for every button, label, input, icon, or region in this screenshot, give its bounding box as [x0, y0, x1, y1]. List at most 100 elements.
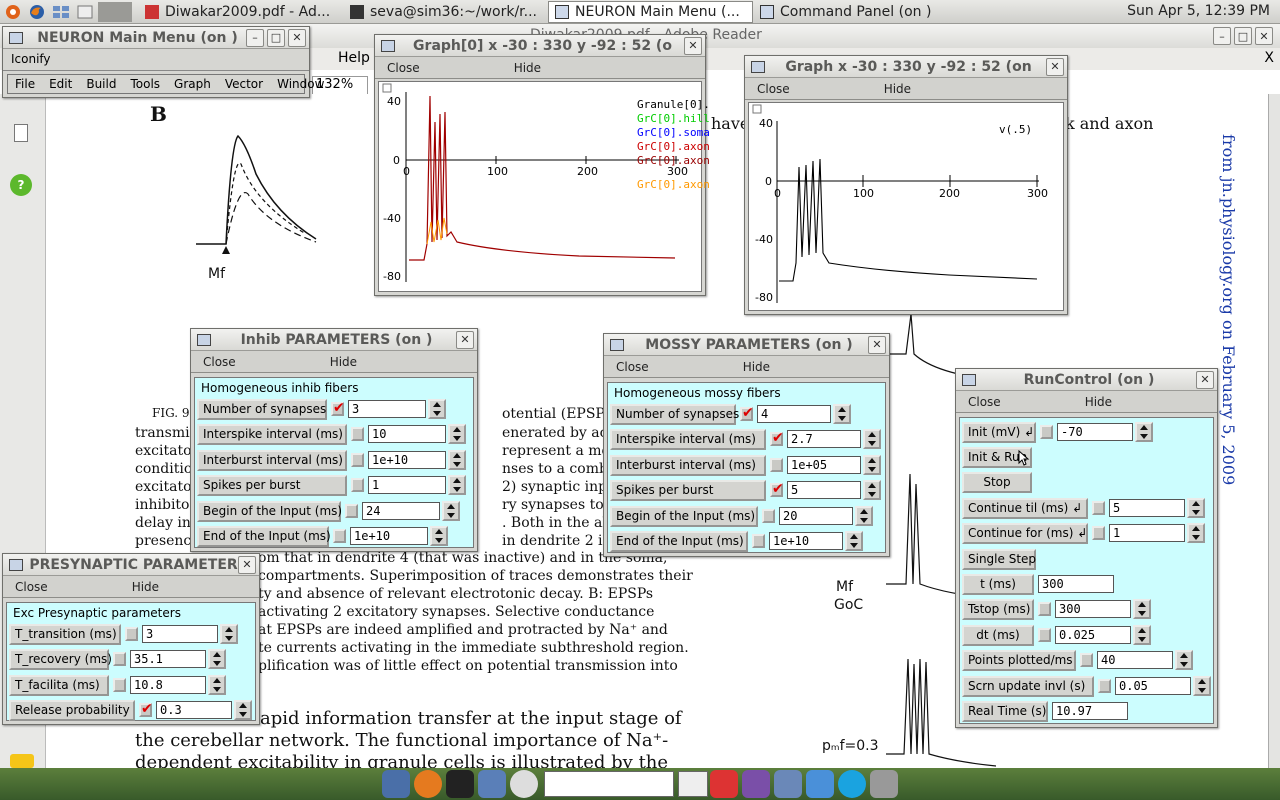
ubuntu-menu-icon[interactable]	[2, 2, 24, 22]
title-bar[interactable]: MOSSY PARAMETERS (on ) ✕	[604, 334, 889, 356]
init-field[interactable]: -70	[1057, 423, 1133, 441]
close-icon[interactable]: ✕	[288, 28, 306, 47]
t-recovery-checkbox[interactable]	[113, 652, 126, 666]
tstop-button[interactable]: Tstop (ms)	[962, 598, 1034, 620]
menu-graph[interactable]: Graph	[167, 77, 218, 91]
minimize-icon[interactable]: –	[1213, 27, 1231, 45]
points-plotted-field[interactable]: 40	[1097, 651, 1173, 669]
reader-scrollbar[interactable]	[1268, 94, 1280, 768]
task-command-panel[interactable]: Command Panel (on )	[753, 1, 958, 23]
end-input-stepper[interactable]	[430, 526, 448, 546]
firefox-icon[interactable]	[414, 770, 442, 798]
interspike-interval-stepper[interactable]	[863, 429, 881, 449]
begin-input-field[interactable]: 24	[362, 502, 440, 520]
t-transition-button[interactable]: T_transition (ms)	[9, 623, 121, 645]
t-transition-stepper[interactable]	[220, 624, 238, 644]
init-stepper[interactable]	[1135, 422, 1153, 442]
window-manager-icon[interactable]	[478, 770, 506, 798]
menu-edit[interactable]: Edit	[42, 77, 79, 91]
help-icon[interactable]: ?	[10, 174, 32, 196]
release-probability-field[interactable]: 0.3	[156, 701, 232, 719]
chat-icon[interactable]	[742, 770, 770, 798]
scrn-update-field[interactable]: 0.05	[1115, 677, 1191, 695]
spikes-per-burst-checkbox[interactable]	[351, 478, 364, 492]
begin-input-checkbox[interactable]	[762, 509, 775, 523]
desktop-preview-icon[interactable]	[98, 1, 132, 22]
lock-icon[interactable]	[774, 770, 802, 798]
t-facilita-checkbox[interactable]	[113, 678, 126, 692]
interspike-interval-button[interactable]: Interspike interval (ms)	[610, 428, 766, 450]
continue-for-stepper[interactable]	[1187, 523, 1205, 543]
begin-input-stepper[interactable]	[442, 501, 460, 521]
t-transition-field[interactable]: 3	[142, 625, 218, 643]
single-step-button[interactable]: Single Step	[962, 548, 1036, 570]
t-facilita-field[interactable]: 10.8	[130, 676, 206, 694]
dt-checkbox[interactable]	[1038, 628, 1051, 642]
interspike-interval-stepper[interactable]	[448, 424, 466, 444]
tstop-checkbox[interactable]	[1038, 602, 1051, 616]
spikes-per-burst-stepper[interactable]	[863, 480, 881, 500]
end-input-checkbox[interactable]	[333, 529, 346, 543]
workspace-switcher-icon[interactable]	[50, 2, 72, 22]
begin-input-button[interactable]: Begin of the Input (ms)	[610, 505, 758, 527]
number-of-synapses-button[interactable]: Number of synapses	[197, 398, 327, 420]
number-of-synapses-field[interactable]: 4	[757, 405, 831, 423]
task-neuron-main-menu[interactable]: NEURON Main Menu (...	[548, 0, 753, 23]
interburst-interval-button[interactable]: Interburst interval (ms)	[610, 454, 766, 476]
init-button[interactable]: Init (mV) ↲	[962, 421, 1036, 443]
continue-til-checkbox[interactable]	[1092, 501, 1105, 515]
interburst-interval-checkbox[interactable]	[770, 458, 783, 472]
end-input-checkbox[interactable]	[752, 534, 765, 548]
menu-window[interactable]: Window	[270, 77, 331, 91]
hide-button[interactable]: Hide	[120, 580, 171, 594]
tstop-field[interactable]: 300	[1055, 600, 1131, 618]
interspike-interval-field[interactable]: 2.7	[787, 430, 861, 448]
title-bar[interactable]: NEURON Main Menu (on ) – □ ✕	[3, 27, 309, 49]
t-recovery-button[interactable]: T_recovery (ms)	[9, 648, 112, 670]
hide-button[interactable]: Hide	[731, 360, 782, 374]
comments-icon[interactable]	[10, 754, 34, 768]
title-bar[interactable]: PRESYNAPTIC PARAMETER ✕	[3, 554, 259, 576]
close-icon[interactable]: ✕	[684, 36, 702, 55]
menu-file[interactable]: File	[8, 77, 42, 91]
points-plotted-stepper[interactable]	[1175, 650, 1193, 670]
volume-icon[interactable]	[870, 770, 898, 798]
scrn-update-stepper[interactable]	[1193, 676, 1211, 696]
minimize-icon[interactable]: –	[246, 28, 264, 47]
close-icon[interactable]: ✕	[1255, 27, 1273, 45]
close-icon[interactable]: ✕	[868, 335, 886, 354]
graph0-canvas[interactable]: 40 0 -40 -80 0 100 200 300 Granule[0]. G…	[378, 81, 710, 292]
firefox-launcher-icon[interactable]	[26, 2, 48, 22]
close-icon[interactable]: ✕	[456, 330, 474, 349]
number-of-synapses-stepper[interactable]	[833, 404, 851, 424]
maximize-icon[interactable]: □	[1234, 27, 1252, 45]
interburst-interval-button[interactable]: Interburst interval (ms)	[197, 449, 347, 471]
hide-button[interactable]: Hide	[1073, 395, 1124, 409]
continue-til-button[interactable]: Continue til (ms) ↲	[962, 497, 1088, 519]
show-desktop-icon[interactable]	[382, 770, 410, 798]
interburst-interval-field[interactable]: 1e+05	[787, 456, 861, 474]
interspike-interval-button[interactable]: Interspike interval (ms)	[197, 423, 347, 445]
interspike-interval-field[interactable]: 10	[368, 425, 446, 443]
release-probability-stepper[interactable]	[234, 700, 252, 720]
interspike-interval-checkbox[interactable]	[351, 427, 364, 441]
number-of-synapses-checkbox[interactable]	[740, 405, 754, 421]
hide-button[interactable]: Hide	[318, 355, 369, 369]
points-plotted-checkbox[interactable]	[1080, 653, 1093, 667]
dt-button[interactable]: dt (ms)	[962, 624, 1034, 646]
close-button[interactable]: Close	[375, 61, 432, 75]
end-input-stepper[interactable]	[845, 531, 863, 551]
end-input-field[interactable]: 1e+10	[350, 527, 428, 545]
continue-for-field[interactable]: 1	[1109, 524, 1185, 542]
scrn-update-button[interactable]: Scrn update invl (s)	[962, 675, 1094, 697]
skype-icon[interactable]	[838, 770, 866, 798]
number-of-synapses-checkbox[interactable]	[331, 400, 345, 416]
chevron-down-icon[interactable]	[678, 771, 708, 797]
close-button[interactable]: Close	[956, 395, 1013, 409]
close-icon[interactable]: ✕	[1046, 57, 1064, 76]
close-button[interactable]: Close	[191, 355, 248, 369]
tstop-stepper[interactable]	[1133, 599, 1151, 619]
spikes-per-burst-field[interactable]: 1	[368, 476, 446, 494]
hide-button[interactable]: Hide	[502, 61, 553, 75]
graph-v-canvas[interactable]: 40 0 -40 -80 0 100 200 300 v(.5)	[748, 102, 1064, 311]
